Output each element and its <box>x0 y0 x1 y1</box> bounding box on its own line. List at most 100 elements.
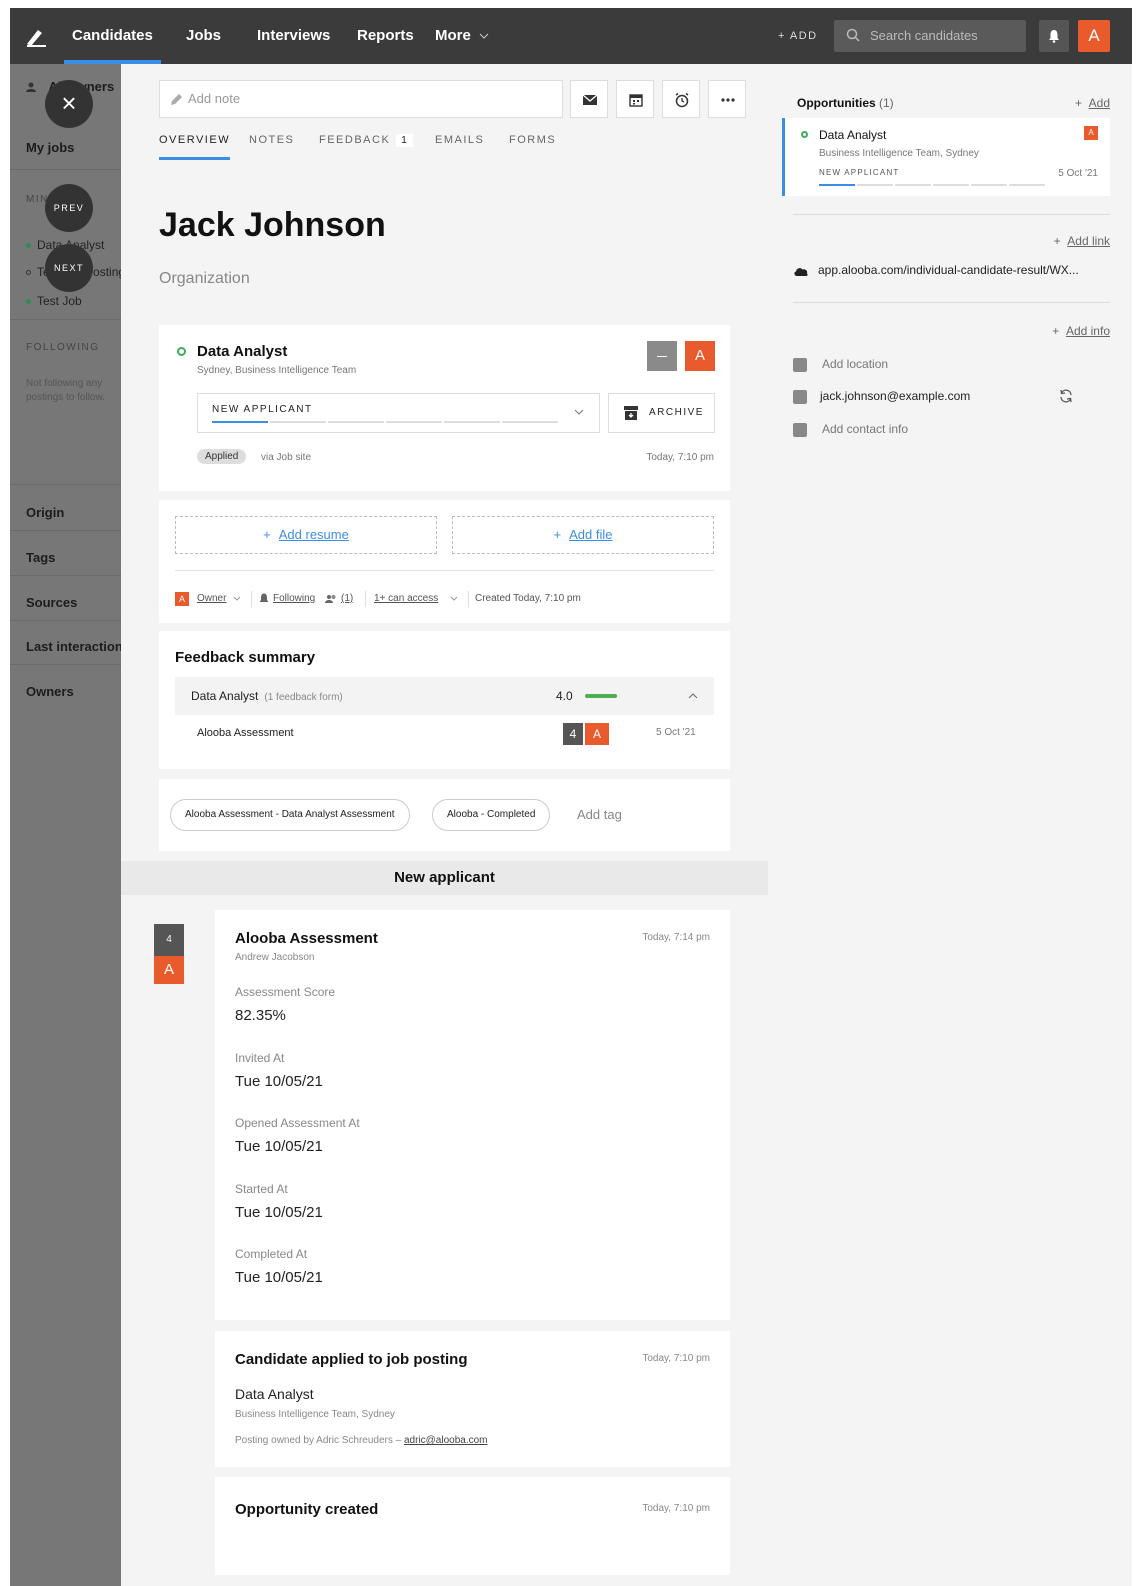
status-dot <box>26 270 31 276</box>
tab-emails[interactable]: EMAILS <box>435 134 484 146</box>
stage-select[interactable]: NEW APPLICANT <box>197 393 600 433</box>
tab-feedback[interactable]: FEEDBACK 1 <box>319 134 414 147</box>
close-button[interactable]: × <box>45 80 93 128</box>
filter-sources[interactable]: Sources <box>26 595 77 610</box>
following-toggle[interactable]: Following <box>273 590 315 608</box>
reminder-button[interactable] <box>662 80 700 118</box>
field-value: Tue 10/05/21 <box>235 1269 323 1286</box>
user-avatar[interactable]: A <box>1078 20 1110 52</box>
timeline-score-badge: 4 <box>154 924 184 956</box>
refresh-icon[interactable] <box>1059 389 1073 403</box>
tab-overview[interactable]: OVERVIEW <box>159 134 231 160</box>
plus-icon: + <box>263 527 271 542</box>
feedback-item-avatar: A <box>585 723 609 745</box>
feedback-job-label: Data Analyst <box>191 689 259 703</box>
add-link-button[interactable]: + Add link <box>1054 234 1110 248</box>
tag-pill[interactable]: Alooba Assessment - Data Analyst Assessm… <box>170 799 410 831</box>
add-resume-button[interactable]: + Add resume <box>175 516 437 554</box>
stage-progress-segment <box>1009 184 1045 186</box>
owner-dropdown[interactable]: Owner <box>197 590 226 608</box>
nav-more[interactable]: More <box>435 8 489 64</box>
opportunity-list-item[interactable]: Data Analyst Business Intelligence Team,… <box>782 118 1110 196</box>
sidebar-my-jobs[interactable]: My jobs <box>26 140 74 155</box>
nav-reports[interactable]: Reports <box>357 8 414 64</box>
sidebar-job-item[interactable]: Test Job <box>26 294 82 308</box>
divider <box>10 530 121 531</box>
divider <box>10 575 121 576</box>
tab-notes[interactable]: NOTES <box>249 134 294 146</box>
applied-event-card: Candidate applied to job posting Today, … <box>215 1331 730 1467</box>
feedback-item-name[interactable]: Alooba Assessment <box>197 727 294 739</box>
feedback-job-row[interactable]: Data Analyst (1 feedback form) 4.0 <box>175 677 714 715</box>
add-info-label: Add info <box>1065 324 1110 338</box>
add-file-button[interactable]: + Add file <box>452 516 714 554</box>
filter-tags[interactable]: Tags <box>26 550 55 565</box>
feedback-score: 4.0 <box>556 689 573 703</box>
applied-time: Today, 7:10 pm <box>646 452 714 463</box>
filter-last-interaction[interactable]: Last interaction <box>26 639 121 654</box>
phone-icon <box>793 423 807 437</box>
event-job-subtitle: Business Intelligence Team, Sydney <box>235 1409 395 1420</box>
search-input[interactable]: Search candidates <box>834 20 1026 52</box>
opportunities-heading: Opportunities (1) <box>797 96 894 110</box>
owner-avatar: A <box>1084 126 1098 140</box>
feedback-summary-title: Feedback summary <box>175 649 316 666</box>
prev-button[interactable]: PREV <box>45 184 93 232</box>
more-actions-button[interactable] <box>708 80 746 118</box>
access-dropdown[interactable]: 1+ can access <box>374 590 438 608</box>
chevron-up-icon[interactable] <box>687 691 699 701</box>
app-window: Candidates Jobs Interviews Reports More … <box>10 8 1132 1586</box>
applied-badge: Applied <box>197 449 247 464</box>
stage-progress-segment <box>971 184 1007 186</box>
opportunities-count: (1) <box>879 96 894 110</box>
field-label: Completed At <box>235 1247 308 1261</box>
opportunity-title[interactable]: Data Analyst <box>197 343 287 360</box>
email-button[interactable] <box>570 80 608 118</box>
schedule-button[interactable] <box>616 80 654 118</box>
opportunity-title: Data Analyst <box>819 128 887 142</box>
owner-avatar: A <box>175 592 189 606</box>
filter-origin[interactable]: Origin <box>26 505 64 520</box>
tab-forms[interactable]: FORMS <box>509 134 556 146</box>
next-button[interactable]: NEXT <box>45 244 93 292</box>
add-opportunity-button[interactable]: + Add <box>1075 96 1110 110</box>
plus-icon: + <box>1052 324 1066 338</box>
nav-jobs[interactable]: Jobs <box>186 8 221 64</box>
bell-icon <box>259 593 269 602</box>
sidebar-following-caption: FOLLOWING <box>26 342 100 353</box>
tag-pill[interactable]: Alooba - Completed <box>432 799 551 831</box>
followers-count[interactable]: (1) <box>341 590 353 608</box>
add-info-button[interactable]: + Add info <box>1052 324 1110 338</box>
event-title: Opportunity created <box>235 1501 379 1518</box>
field-value: Tue 10/05/21 <box>235 1073 323 1090</box>
stage-progress-segment <box>857 184 893 186</box>
owner-avatar[interactable]: A <box>685 341 715 371</box>
divider <box>175 570 714 571</box>
status-dot <box>26 299 31 305</box>
opportunity-date: 5 Oct '21 <box>1058 168 1098 179</box>
add-tag-input[interactable]: Add tag <box>577 807 622 822</box>
top-nav: Candidates Jobs Interviews Reports More … <box>10 8 1132 64</box>
filter-owners[interactable]: Owners <box>26 684 74 699</box>
source-text: via Job site <box>261 452 312 463</box>
add-note-input[interactable]: Add note <box>159 80 563 118</box>
divider <box>10 484 121 485</box>
unassigned-avatar[interactable] <box>647 341 677 371</box>
nav-candidates[interactable]: Candidates <box>64 8 161 64</box>
archive-button[interactable]: ARCHIVE <box>608 393 715 433</box>
feedback-forms-count: (1 feedback form) <box>264 692 343 703</box>
field-label: Started At <box>235 1182 288 1196</box>
notifications-button[interactable] <box>1039 20 1069 52</box>
divider <box>365 591 366 607</box>
field-label: Assessment Score <box>235 985 336 999</box>
posting-owner-prefix: Posting owned by Adric Schreuders – <box>235 1435 404 1446</box>
stage-progress-segment <box>328 421 384 423</box>
candidate-organization[interactable]: Organization <box>159 270 250 288</box>
logo-icon[interactable] <box>24 24 48 48</box>
event-title: Alooba Assessment <box>235 930 378 947</box>
posting-owner-email[interactable]: adric@alooba.com <box>404 1435 488 1446</box>
nav-add-button[interactable]: + ADD <box>778 8 818 64</box>
tags-card: Alooba Assessment - Data Analyst Assessm… <box>159 779 730 851</box>
nav-interviews[interactable]: Interviews <box>257 8 330 64</box>
cloud-link-icon <box>794 268 808 276</box>
